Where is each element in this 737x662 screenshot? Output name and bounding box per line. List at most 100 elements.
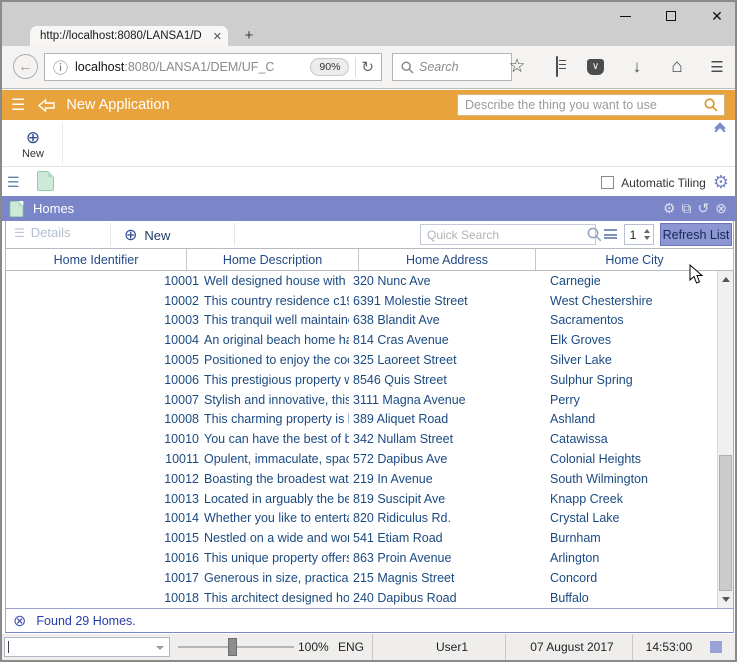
table-row[interactable]: 10017 Generous in size, practical in 215 M… bbox=[6, 568, 716, 588]
site-info-icon[interactable]: ⓘ bbox=[53, 57, 68, 78]
table-row[interactable]: 10016 This unique property offers y 863 Pr… bbox=[6, 548, 716, 568]
tiling-controls: Automatic Tiling bbox=[601, 172, 729, 193]
cell-description: Stylish and innovative, this h bbox=[204, 392, 349, 407]
step-up-icon[interactable] bbox=[644, 229, 650, 233]
url-bar[interactable]: ⓘ localhost:8080/LANSA1/DEM/UF_C 90% ↻ bbox=[44, 53, 382, 81]
new-home-button[interactable]: New bbox=[124, 225, 170, 245]
zoom-slider-thumb[interactable] bbox=[228, 638, 237, 656]
automatic-tiling-checkbox[interactable] bbox=[601, 176, 615, 189]
cell-description: Well designed house with cent bbox=[204, 273, 349, 288]
homes-document-icon[interactable] bbox=[37, 171, 54, 191]
table-row[interactable]: 10011 Opulent, immaculate, spaciou 572 Dap… bbox=[6, 449, 716, 469]
current-user: User1 bbox=[435, 640, 468, 654]
quick-search[interactable] bbox=[420, 224, 602, 245]
scrollbar-thumb[interactable] bbox=[719, 455, 732, 591]
window-controls: ✕ bbox=[617, 8, 725, 24]
page-number-input[interactable] bbox=[625, 225, 641, 244]
browser-search[interactable] bbox=[392, 53, 512, 81]
cell-description: This country residence c1905 bbox=[204, 293, 349, 308]
downloads-icon[interactable] bbox=[627, 57, 647, 77]
app-search[interactable] bbox=[457, 94, 725, 116]
cell-address: 572 Dapibus Ave bbox=[353, 452, 448, 467]
table-row[interactable]: 10006 This prestigious property wou 8546 Q… bbox=[6, 370, 716, 390]
text-caret bbox=[8, 641, 9, 653]
combo-dropdown-icon[interactable] bbox=[156, 646, 164, 650]
close-button[interactable]: ✕ bbox=[709, 8, 725, 24]
toolbar-icons: ∨ bbox=[507, 55, 727, 78]
scroll-down-icon[interactable] bbox=[722, 597, 730, 602]
pocket-icon[interactable]: ∨ bbox=[587, 58, 607, 75]
cell-address: 6391 Molestie Street bbox=[353, 293, 468, 308]
maximize-button[interactable] bbox=[663, 8, 679, 24]
table-row[interactable]: 10015 Nestled on a wide and wonde 541 Etia… bbox=[6, 528, 716, 548]
minimize-icon bbox=[619, 15, 631, 17]
homes-window-icons bbox=[663, 196, 727, 221]
table-row[interactable]: 10001 Well designed house with cent 320 Nu… bbox=[6, 271, 716, 291]
collapse-ribbon-icon[interactable] bbox=[713, 122, 727, 138]
ribbon-new-button[interactable]: New bbox=[10, 123, 56, 165]
column-header-home-identifier[interactable]: Home Identifier bbox=[6, 249, 187, 270]
quick-search-input[interactable] bbox=[421, 227, 582, 242]
cell-id: 10008 bbox=[164, 412, 199, 427]
column-header-home-address[interactable]: Home Address bbox=[359, 249, 536, 270]
refresh-list-button[interactable]: Refresh List bbox=[660, 223, 732, 246]
app-back-icon[interactable] bbox=[37, 97, 56, 113]
cell-address: 863 Proin Avenue bbox=[353, 551, 452, 566]
cell-id: 10005 bbox=[164, 353, 199, 368]
status-combobox[interactable] bbox=[4, 637, 170, 657]
plus-circle-icon bbox=[26, 129, 40, 146]
page-number-stepper[interactable] bbox=[624, 224, 654, 245]
bookmark-star-icon[interactable] bbox=[507, 55, 527, 78]
browser-tab[interactable]: http://localhost:8080/LANSA1/D ✕ bbox=[30, 26, 228, 46]
stepper-arrows[interactable] bbox=[641, 225, 653, 244]
cell-city: Silver Lake bbox=[550, 353, 612, 368]
tab-close-icon[interactable]: ✕ bbox=[213, 30, 222, 43]
table-row[interactable]: 10004 An original beach home has t 814 Cra… bbox=[6, 330, 716, 350]
homes-window-titlebar[interactable]: Homes bbox=[2, 196, 735, 221]
cell-city: Catawissa bbox=[550, 432, 608, 447]
theme-color-swatch bbox=[710, 641, 722, 653]
column-header-home-description[interactable]: Home Description bbox=[187, 249, 359, 270]
table-row[interactable]: 10013 Located in arguably the best 819 Sus… bbox=[6, 489, 716, 509]
reading-list-icon[interactable] bbox=[547, 55, 567, 77]
table-row[interactable]: 10002 This country residence c1905 6391 Mo… bbox=[6, 291, 716, 311]
step-down-icon[interactable] bbox=[644, 236, 650, 240]
table-row[interactable]: 10018 This architect designed home 240 Dap… bbox=[6, 588, 716, 608]
scroll-up-icon[interactable] bbox=[722, 277, 730, 282]
minimize-button[interactable] bbox=[617, 8, 633, 24]
settings-gear-icon[interactable] bbox=[713, 172, 729, 193]
page-zoom-badge[interactable]: 90% bbox=[310, 58, 350, 76]
browser-search-input[interactable] bbox=[419, 60, 499, 74]
home-icon[interactable] bbox=[667, 56, 687, 78]
close-icon: ✕ bbox=[711, 7, 723, 24]
clear-message-icon[interactable] bbox=[13, 611, 26, 631]
new-tab-button[interactable]: + bbox=[240, 27, 258, 44]
cell-id: 10006 bbox=[164, 372, 199, 387]
back-button[interactable]: ← bbox=[13, 54, 38, 79]
vertical-scrollbar[interactable] bbox=[717, 271, 733, 608]
window-close-icon[interactable] bbox=[715, 200, 727, 217]
cell-description: This charming property is bea bbox=[204, 412, 349, 427]
table-row[interactable]: 10014 Whether you like to entertain 820 Ri… bbox=[6, 509, 716, 529]
cell-id: 10017 bbox=[164, 570, 199, 585]
table-row[interactable]: 10010 You can have the best of both 342 Nu… bbox=[6, 429, 716, 449]
table-row[interactable]: 10005 Positioned to enjoy the cool s 325 L… bbox=[6, 350, 716, 370]
app-menu-icon[interactable] bbox=[11, 95, 25, 115]
page-size-icon[interactable] bbox=[604, 229, 617, 239]
reload-icon[interactable]: ↻ bbox=[361, 58, 374, 76]
zoom-slider[interactable] bbox=[178, 638, 294, 656]
table-row[interactable]: 10007 Stylish and innovative, this h 3111 … bbox=[6, 390, 716, 410]
table-row[interactable]: 10008 This charming property is bea 389 Al… bbox=[6, 410, 716, 430]
menu-icon[interactable] bbox=[707, 57, 727, 77]
details-button[interactable]: Details bbox=[14, 225, 71, 240]
cell-id: 10014 bbox=[164, 511, 199, 526]
windows-menu-icon[interactable] bbox=[7, 174, 20, 191]
details-label: Details bbox=[30, 225, 71, 240]
window-tile-icon[interactable] bbox=[682, 200, 692, 217]
app-search-input[interactable] bbox=[458, 98, 698, 112]
divider bbox=[632, 634, 633, 660]
window-history-icon[interactable] bbox=[698, 200, 710, 217]
table-row[interactable]: 10012 Boasting the broadest water 219 In A… bbox=[6, 469, 716, 489]
table-row[interactable]: 10003 This tranquil well maintained 638 Bl… bbox=[6, 311, 716, 331]
window-settings-icon[interactable] bbox=[663, 200, 676, 217]
